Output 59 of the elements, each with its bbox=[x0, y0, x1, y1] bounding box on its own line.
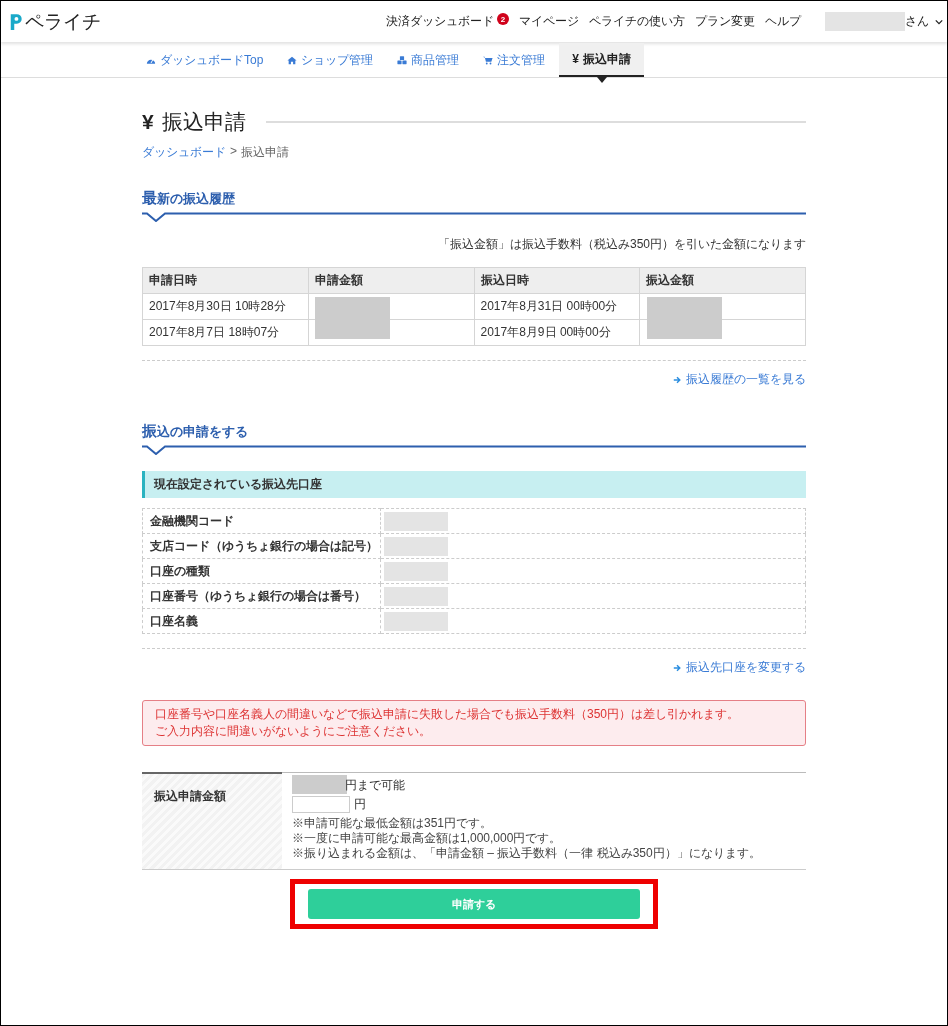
cart-icon bbox=[483, 55, 494, 65]
column-header: 申請日時 bbox=[142, 267, 309, 294]
field-label: 振込申請金額 bbox=[142, 772, 282, 869]
panel-heading: 現在設定されている振込先口座 bbox=[142, 471, 806, 498]
field-label: 口座の種類 bbox=[142, 558, 381, 584]
yen-icon: ¥ bbox=[142, 110, 154, 134]
note-text: ※振り込まれる金額は、「申請金額 – 振込手数料（一律 税込み350円）」になります。 bbox=[292, 846, 762, 861]
section-title: 最新の振込履歴 bbox=[142, 189, 236, 208]
link[interactable]: 振込先口座を変更する bbox=[673, 659, 806, 676]
logo-icon bbox=[9, 11, 23, 32]
breadcrumb-current: 振込申請 bbox=[241, 144, 289, 161]
tab[interactable]: 注文管理 bbox=[473, 43, 556, 77]
logo-text[interactable]: ペライチ bbox=[25, 8, 101, 35]
nav-link[interactable]: プラン変更 bbox=[695, 13, 755, 30]
table-cell: 2017年8月7日 18時07分 bbox=[142, 319, 309, 346]
note-text: 「振込金額」は振込手数料（税込み350円）を引いた金額になります bbox=[436, 236, 806, 253]
tab[interactable]: ダッシュボードTop bbox=[136, 43, 274, 77]
page-title: 振込申請 bbox=[161, 109, 246, 135]
field-label: 口座番号（ゆうちょ銀行の場合は番号） bbox=[142, 583, 381, 609]
user-suffix: さん bbox=[905, 13, 929, 30]
table-cell: 2017年8月31日 00時00分 bbox=[474, 293, 640, 320]
column-header: 振込金額 bbox=[639, 267, 806, 294]
warning-text: ご入力内容に間違いがないようにご注意ください。 bbox=[155, 723, 432, 740]
arrow-icon bbox=[673, 663, 681, 672]
breadcrumb-separator: > bbox=[230, 144, 237, 160]
note-text: ※申請可能な最低金額は351円です。 bbox=[292, 816, 494, 831]
table-cell: 2017年8月9日 00時00分 bbox=[474, 319, 640, 346]
amount-field[interactable] bbox=[292, 796, 350, 813]
tab-label: ダッシュボードTop bbox=[160, 51, 264, 69]
nav-link[interactable]: マイページ bbox=[519, 13, 579, 30]
tab[interactable]: 商品管理 bbox=[387, 43, 470, 77]
notification-badge: 2 bbox=[497, 13, 509, 25]
yen-icon: ¥ bbox=[572, 52, 580, 66]
column-header: 振込日時 bbox=[474, 267, 640, 294]
field-label: 支店コード（ゆうちょ銀行の場合は記号） bbox=[142, 533, 381, 559]
home-icon bbox=[287, 55, 298, 65]
arrow-icon bbox=[673, 375, 681, 384]
unit-label: 円 bbox=[354, 796, 366, 813]
link[interactable]: 振込履歴の一覧を見る bbox=[673, 371, 806, 388]
cubes-icon bbox=[397, 55, 408, 65]
section-title: 振込の申請をする bbox=[142, 422, 249, 441]
field-label: 金融機関コード bbox=[142, 508, 381, 534]
nav-link[interactable]: ペライチの使い方 bbox=[589, 13, 685, 30]
column-header: 申請金額 bbox=[308, 267, 474, 294]
pointer-icon bbox=[596, 77, 607, 83]
tab-label: 商品管理 bbox=[411, 51, 460, 69]
nav-link[interactable]: ヘルプ bbox=[765, 13, 801, 30]
field-label: 口座名義 bbox=[142, 608, 381, 634]
note-text: ※一度に申請可能な最高金額は1,000,000円です。 bbox=[292, 831, 563, 846]
tab[interactable]: ショップ管理 bbox=[277, 43, 384, 77]
availability-text: 円まで可能 bbox=[345, 777, 405, 794]
table-cell: 2017年8月30日 10時28分 bbox=[142, 293, 309, 320]
warning-text: 口座番号や口座名義人の間違いなどで振込申請に失敗した場合でも振込手数料（350円）は差し引かれます。 bbox=[155, 706, 741, 723]
tab-label: 注文管理 bbox=[497, 51, 546, 69]
breadcrumb-link[interactable]: ダッシュボード bbox=[142, 144, 226, 161]
tab-label: ショップ管理 bbox=[301, 51, 374, 69]
tab-label: 振込申請 bbox=[583, 50, 632, 68]
nav-link[interactable]: 決済ダッシュボード bbox=[386, 13, 494, 30]
chevron-down-icon[interactable] bbox=[935, 18, 943, 25]
